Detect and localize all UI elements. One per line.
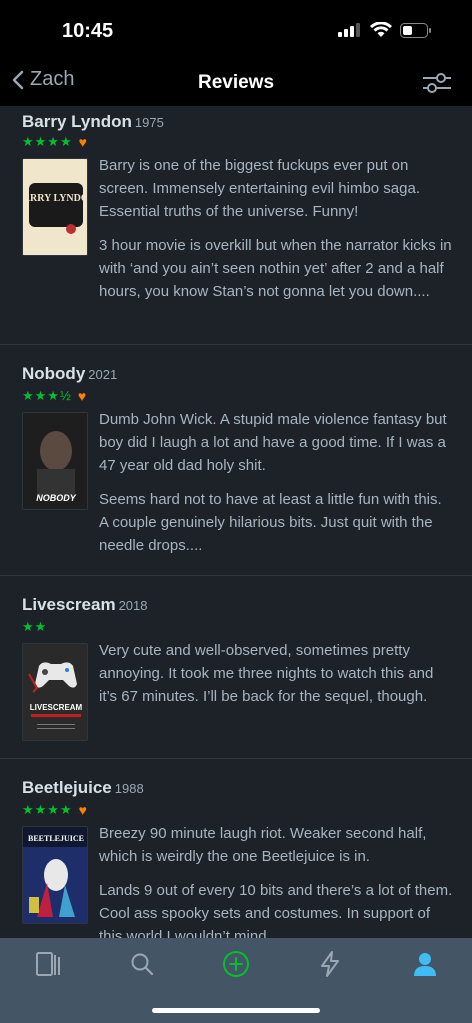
review-body[interactable]: Barry is one of the biggest fuckups ever… [99, 154, 454, 314]
heart-icon: ♥ [78, 134, 87, 150]
home-indicator[interactable] [152, 1008, 320, 1013]
films-icon [36, 952, 60, 976]
review-body[interactable]: Dumb John Wick. A stupid male violence f… [99, 408, 454, 568]
heart-icon: ♥ [78, 802, 87, 818]
poster-art: BARRY LYNDON [23, 159, 88, 255]
review-paragraph: Very cute and well-observed, sometimes p… [99, 642, 434, 705]
cellular-signal-icon [338, 23, 360, 37]
lightning-icon [321, 951, 339, 977]
film-poster[interactable]: LIVESCREAM [22, 643, 88, 741]
status-time: 10:45 [62, 20, 114, 42]
review-paragraph: Lands 9 out of every 10 bits and there’s… [99, 882, 453, 938]
rating-row: ★★★½ ♥ [22, 388, 86, 404]
review-paragraph: 3 hour movie is overkill but when the na… [99, 237, 452, 300]
film-title-text: Barry Lyndon [22, 112, 132, 131]
search-icon [131, 953, 154, 976]
film-title[interactable]: Livescream 2018 [22, 595, 148, 615]
review-paragraph: Breezy 90 minute laugh riot. Weaker seco… [99, 825, 427, 865]
review-item[interactable]: Beetlejuice 1988 ★★★★ ♥ BEETLEJUICE Breez… [0, 759, 472, 938]
status-bar: 10:45 [0, 0, 472, 60]
star-rating: ★★★★ [22, 802, 73, 817]
tab-films[interactable] [33, 950, 61, 978]
poster-title-text: BARRY LYNDON [23, 193, 88, 204]
star-rating: ★★★½ [22, 388, 72, 403]
film-title[interactable]: Barry Lyndon 1975 [22, 112, 164, 132]
poster-title-text: NOBODY [36, 493, 76, 503]
filter-button[interactable] [422, 72, 452, 99]
review-paragraph: Barry is one of the biggest fuckups ever… [99, 157, 420, 220]
status-icons [338, 22, 432, 38]
review-item[interactable]: Barry Lyndon1975 ★★★★ ♥ BARRY LYNDON Bar… [0, 106, 472, 345]
review-item[interactable]: Nobody 2021 ★★★½ ♥ NOBODY Dumb John Wick.… [0, 345, 472, 576]
poster-title-text: LIVESCREAM [30, 703, 83, 712]
add-circle-icon [223, 951, 249, 977]
film-year: 2021 [88, 367, 118, 382]
tab-bar [0, 938, 472, 1023]
film-year: 1988 [114, 781, 144, 796]
film-poster[interactable]: BEETLEJUICE [22, 826, 88, 924]
navigation-bar: Zach Reviews [0, 60, 472, 106]
poster-title-text: BEETLEJUICE [28, 834, 84, 843]
reviews-list[interactable]: Barry Lyndon1975 ★★★★ ♥ BARRY LYNDON Bar… [0, 106, 472, 938]
tab-search[interactable] [128, 950, 156, 978]
battery-icon [400, 22, 431, 38]
poster-art: NOBODY [23, 413, 87, 509]
rating-row: ★★ [22, 619, 47, 635]
star-rating: ★★ [22, 619, 48, 634]
film-year: 1975 [134, 115, 164, 130]
review-body[interactable]: Breezy 90 minute laugh riot. Weaker seco… [99, 822, 454, 938]
poster-art: BEETLEJUICE [23, 827, 87, 923]
film-poster[interactable]: NOBODY [22, 412, 88, 510]
heart-icon: ♥ [77, 388, 87, 404]
rating-row: ★★★★ ♥ [22, 802, 87, 818]
review-paragraph: Dumb John Wick. A stupid male violence f… [99, 411, 447, 474]
film-title-text: Livescream [22, 595, 116, 614]
profile-icon [414, 953, 436, 976]
film-title-text: Nobody [22, 364, 86, 383]
poster-art: LIVESCREAM [23, 644, 87, 740]
review-body[interactable]: Very cute and well-observed, sometimes p… [99, 639, 454, 719]
star-rating: ★★★★ [22, 134, 73, 149]
review-item[interactable]: Livescream 2018 ★★ LIVESCREAM Very cute a… [0, 576, 472, 759]
rating-row: ★★★★ ♥ [22, 134, 87, 150]
page-title: Reviews [197, 72, 275, 93]
sliders-icon [423, 73, 451, 93]
film-title[interactable]: Nobody 2021 [22, 364, 117, 384]
film-poster[interactable]: BARRY LYNDON [22, 158, 88, 256]
tab-add[interactable] [222, 950, 250, 978]
film-year: 2018 [118, 598, 148, 613]
film-title-text: Beetlejuice [22, 778, 112, 797]
tab-profile[interactable] [411, 950, 439, 978]
film-title[interactable]: Beetlejuice 1988 [22, 778, 144, 798]
wifi-icon [370, 22, 392, 37]
tab-activity[interactable] [316, 950, 344, 978]
review-paragraph: Seems hard not to have at least a little… [99, 491, 442, 554]
